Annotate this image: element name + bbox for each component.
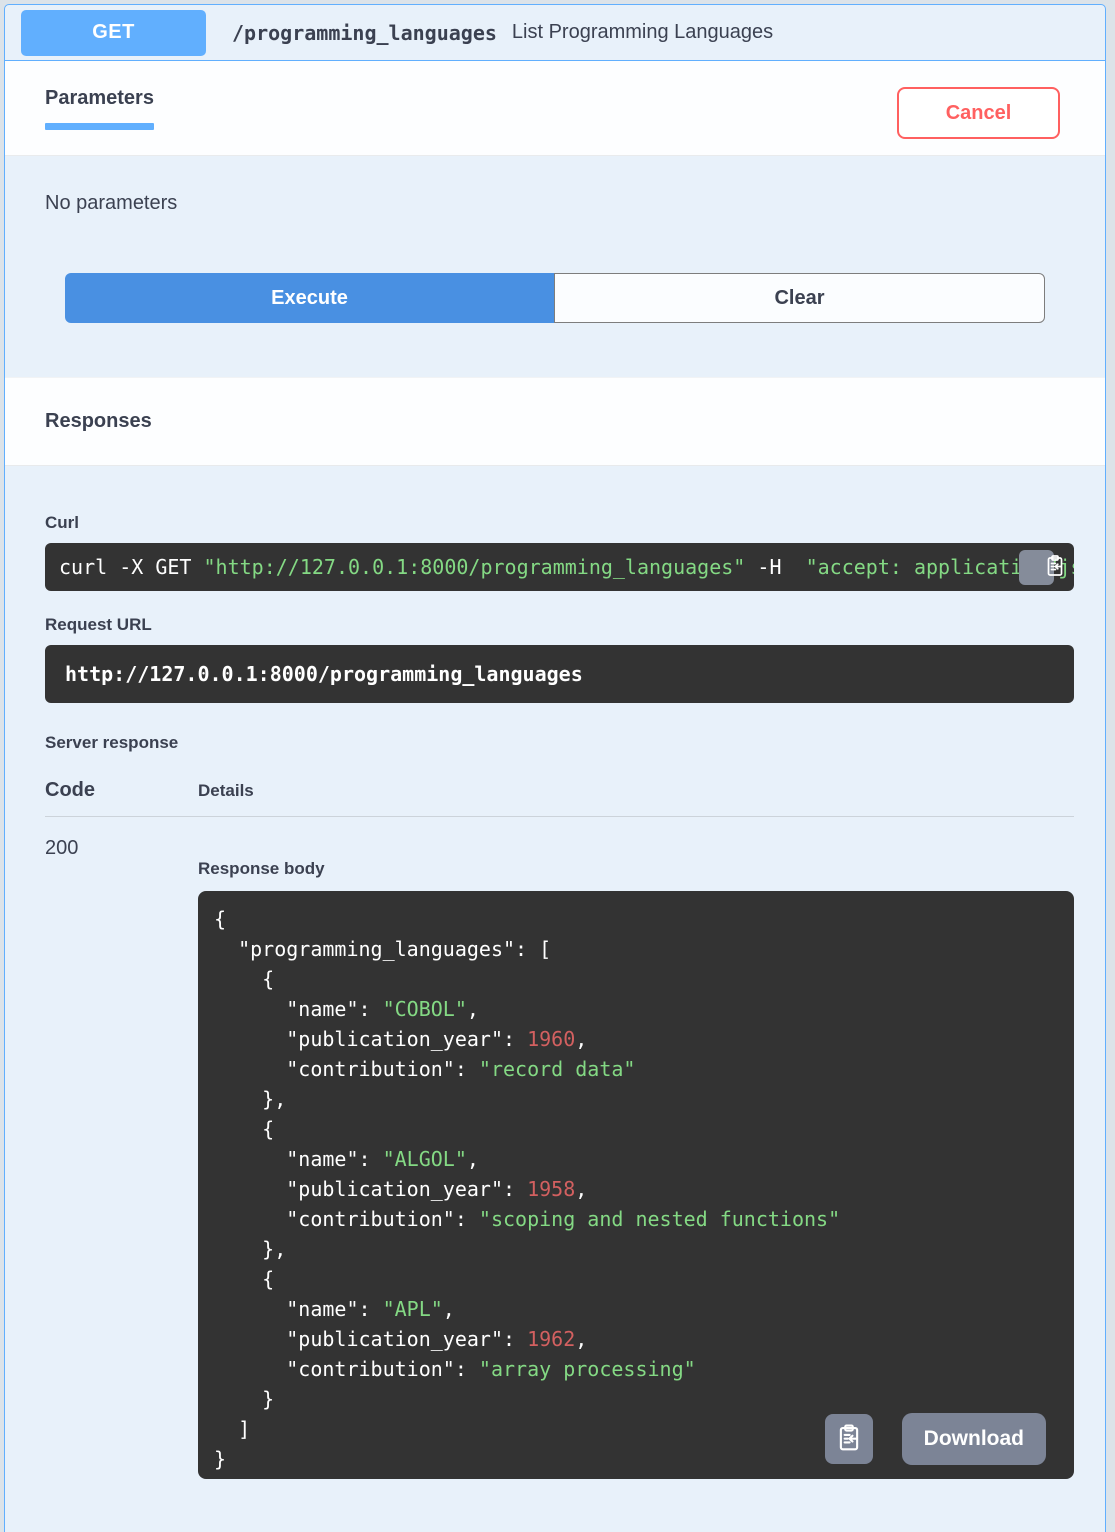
code-token: { bbox=[214, 967, 275, 991]
copy-response-button[interactable] bbox=[824, 1414, 873, 1464]
operation-block-get: GET /programming_languages List Programm… bbox=[4, 4, 1106, 1532]
code-token: "APL" bbox=[382, 1297, 443, 1321]
code-line: }, bbox=[214, 1084, 1058, 1114]
active-tab-underline bbox=[45, 123, 154, 130]
code-token: "publication_year": bbox=[214, 1327, 528, 1351]
response-details-cell: Response body { "programming_languages":… bbox=[198, 837, 1074, 1479]
execute-button[interactable]: Execute bbox=[65, 273, 554, 323]
code-line: } bbox=[214, 1384, 1058, 1414]
endpoint-path: /programming_languages bbox=[232, 20, 497, 45]
response-body-label: Response body bbox=[198, 859, 325, 878]
code-line: "name": "COBOL", bbox=[214, 994, 1058, 1024]
code-line: "contribution": "scoping and nested func… bbox=[214, 1204, 1058, 1234]
code-token: "publication_year": bbox=[214, 1177, 528, 1201]
code-token: , bbox=[466, 1147, 479, 1171]
cancel-button[interactable]: Cancel bbox=[897, 87, 1060, 139]
responses-body: Curl curl -X GET "http://127.0.0.1:8000/… bbox=[5, 466, 1105, 1479]
code-token: -H bbox=[745, 555, 794, 579]
server-response-table: Code Details 200 Response body { "progra… bbox=[45, 779, 1074, 1479]
code-token: , bbox=[442, 1297, 455, 1321]
status-code: 200 bbox=[45, 837, 79, 859]
table-row: 200 Response body { "programming_languag… bbox=[45, 837, 1074, 1479]
parameters-title: Parameters bbox=[45, 87, 154, 109]
curl-label: Curl bbox=[45, 513, 79, 532]
request-url-value: http://127.0.0.1:8000/programming_langua… bbox=[45, 645, 1074, 703]
code-token: "publication_year": bbox=[214, 1027, 528, 1051]
code-token: ] bbox=[214, 1417, 251, 1441]
clipboard-copy-icon bbox=[834, 1423, 864, 1456]
request-url-label: Request URL bbox=[45, 615, 152, 634]
code-token: "name": bbox=[214, 1147, 383, 1171]
code-line: "contribution": "record data" bbox=[214, 1054, 1058, 1084]
table-divider bbox=[45, 816, 1074, 817]
tab-parameters[interactable]: Parameters bbox=[35, 75, 164, 130]
code-token: } bbox=[214, 1387, 275, 1411]
execute-row: Execute Clear bbox=[65, 273, 1045, 323]
code-token: { bbox=[214, 907, 227, 931]
method-badge: GET bbox=[21, 9, 206, 56]
code-line: "publication_year": 1960, bbox=[214, 1024, 1058, 1054]
code-column-header: Code bbox=[45, 779, 95, 801]
responses-title: Responses bbox=[45, 410, 152, 432]
clipboard-copy-icon bbox=[1006, 543, 1067, 591]
response-body-wrap: { "programming_languages": [ { "name": "… bbox=[198, 891, 1074, 1479]
code-token: 1958 bbox=[527, 1177, 576, 1201]
parameters-body: No parameters Execute Clear bbox=[5, 156, 1105, 377]
code-token: "record data" bbox=[478, 1057, 636, 1081]
curl-command[interactable]: curl -X GET "http://127.0.0.1:8000/progr… bbox=[45, 543, 1074, 591]
copy-curl-button[interactable] bbox=[1019, 550, 1063, 585]
operation-summary[interactable]: GET /programming_languages List Programm… bbox=[5, 5, 1105, 61]
code-line: }, bbox=[214, 1234, 1058, 1264]
response-body-actions: Download bbox=[824, 1413, 1046, 1465]
code-line: "programming_languages": [ bbox=[214, 934, 1058, 964]
code-token: "array processing" bbox=[478, 1357, 696, 1381]
code-token: "http://127.0.0.1:8000/programming_langu… bbox=[203, 555, 746, 579]
code-token: }, bbox=[214, 1087, 287, 1111]
no-parameters-text: No parameters bbox=[45, 192, 178, 214]
code-token: { bbox=[214, 1267, 275, 1291]
code-line: "name": "ALGOL", bbox=[214, 1144, 1058, 1174]
code-token: , bbox=[575, 1177, 588, 1201]
code-token: "contribution": bbox=[214, 1057, 479, 1081]
code-token: "contribution": bbox=[214, 1357, 479, 1381]
details-column-header: Details bbox=[198, 781, 254, 800]
endpoint-summary: List Programming Languages bbox=[511, 21, 774, 43]
code-token: , bbox=[575, 1327, 588, 1351]
code-token: "contribution": bbox=[214, 1207, 479, 1231]
code-token: } bbox=[214, 1447, 227, 1471]
code-token: curl -X GET bbox=[59, 555, 204, 579]
code-line: { bbox=[214, 1114, 1058, 1144]
server-response-label: Server response bbox=[45, 733, 179, 752]
code-token: "scoping and nested functions" bbox=[478, 1207, 841, 1231]
code-line: { bbox=[214, 1264, 1058, 1294]
responses-header: Responses bbox=[5, 377, 1105, 466]
code-line: "contribution": "array processing" bbox=[214, 1354, 1058, 1384]
response-body-code[interactable]: { "programming_languages": [ { "name": "… bbox=[198, 891, 1074, 1479]
code-line: { bbox=[214, 964, 1058, 994]
code-line: "name": "APL", bbox=[214, 1294, 1058, 1324]
request-url-text: http://127.0.0.1:8000/programming_langua… bbox=[65, 662, 583, 686]
code-token: 1960 bbox=[527, 1027, 576, 1051]
code-token: "programming_languages": [ bbox=[214, 937, 552, 961]
download-button[interactable]: Download bbox=[901, 1413, 1046, 1465]
code-line: "publication_year": 1962, bbox=[214, 1324, 1058, 1354]
table-head: Code Details bbox=[45, 779, 1074, 802]
code-token: "COBOL" bbox=[382, 997, 467, 1021]
code-line: "publication_year": 1958, bbox=[214, 1174, 1058, 1204]
code-token: "name": bbox=[214, 1297, 383, 1321]
code-token: "name": bbox=[214, 997, 383, 1021]
code-token: }, bbox=[214, 1237, 287, 1261]
code-token: 1962 bbox=[527, 1327, 576, 1351]
code-token: "ALGOL" bbox=[382, 1147, 467, 1171]
clear-button[interactable]: Clear bbox=[554, 273, 1045, 323]
code-token: , bbox=[575, 1027, 588, 1051]
code-line: { bbox=[214, 904, 1058, 934]
parameters-header: Parameters Cancel bbox=[5, 61, 1105, 156]
code-token: , bbox=[466, 997, 479, 1021]
code-token: { bbox=[214, 1117, 275, 1141]
